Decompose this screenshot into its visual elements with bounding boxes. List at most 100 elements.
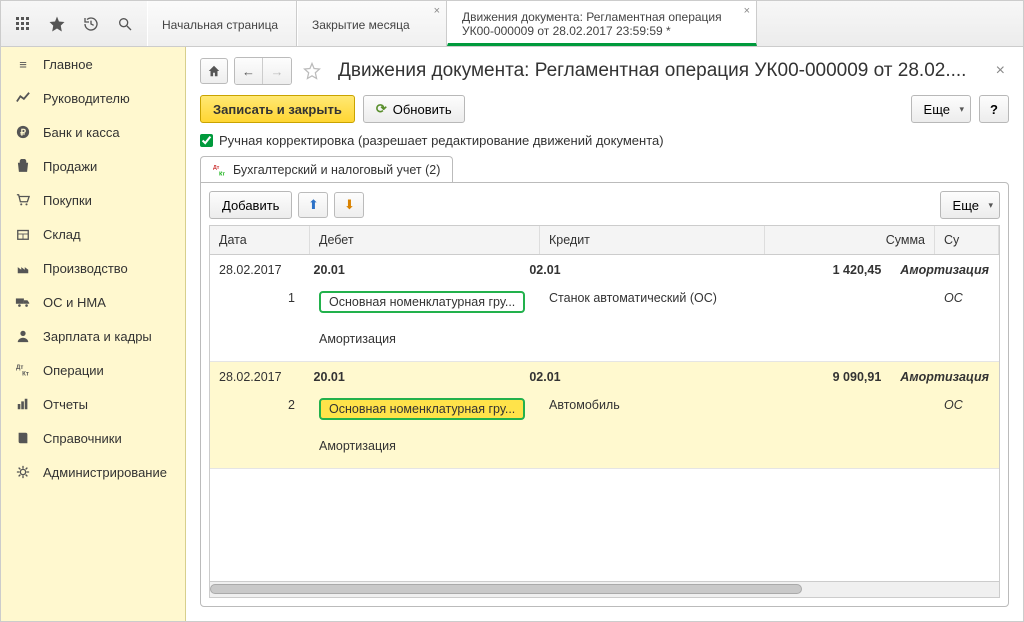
cell-sum: 9 090,91 (731, 362, 891, 391)
box-icon (15, 226, 31, 242)
cell-date: 28.02.2017 (210, 362, 305, 391)
sidebar-item-hr[interactable]: Зарплата и кадры (1, 319, 185, 353)
help-button[interactable]: ? (979, 95, 1009, 123)
checkbox-label: Ручная корректировка (разрешает редактир… (219, 133, 664, 148)
tab-label: Движения документа: Регламентная операци… (462, 10, 742, 39)
sidebar-item-warehouse[interactable]: Склад (1, 217, 185, 251)
sidebar-item-main[interactable]: ≡ Главное (1, 47, 185, 81)
table-row[interactable]: 28.02.201720.0102.011 420,45Амортизация1… (210, 255, 999, 362)
close-icon[interactable]: × (434, 5, 440, 17)
cell-credit-desc: Станок автоматический (ОС) (540, 284, 765, 323)
sidebar-item-label: Банк и касса (43, 125, 120, 140)
bag-icon (15, 158, 31, 174)
cell-su1: Амортизация (891, 255, 999, 284)
close-page-button[interactable]: × (992, 62, 1009, 80)
star-icon[interactable] (41, 9, 73, 39)
sidebar-item-manager[interactable]: Руководителю (1, 81, 185, 115)
cell-credit-desc: Автомобиль (540, 391, 765, 430)
forward-button[interactable]: → (263, 58, 291, 84)
move-up-button[interactable]: ⬆ (298, 192, 328, 218)
report-icon (15, 396, 31, 412)
save-close-button[interactable]: Записать и закрыть (200, 95, 355, 123)
manual-correction-input[interactable] (200, 134, 213, 147)
refresh-button[interactable]: ⟳Обновить (363, 95, 465, 123)
cell-debit-acc: 20.01 (305, 362, 521, 391)
horizontal-scrollbar[interactable] (210, 581, 999, 597)
more-button[interactable]: Еще (911, 95, 971, 123)
accounting-tab[interactable]: ДтКт Бухгалтерский и налоговый учет (2) (200, 156, 453, 183)
sidebar-item-production[interactable]: Производство (1, 251, 185, 285)
move-down-button[interactable]: ⬇ (334, 192, 364, 218)
sidebar-item-purchases[interactable]: Покупки (1, 183, 185, 217)
tab-home[interactable]: Начальная страница (147, 1, 297, 46)
cell-debit-acc: 20.01 (305, 255, 521, 284)
apps-icon[interactable] (7, 9, 39, 39)
favorite-star-icon[interactable] (298, 58, 326, 84)
cell-su1: Амортизация (891, 362, 999, 391)
cell-debit-nom[interactable]: Основная номенклатурная гру... (310, 284, 540, 323)
tab-closing[interactable]: Закрытие месяца × (297, 1, 447, 46)
col-credit[interactable]: Кредит (540, 226, 765, 254)
menu-icon: ≡ (15, 56, 31, 72)
search-icon[interactable] (109, 9, 141, 39)
cell-row-num: 2 (210, 391, 310, 430)
sidebar-item-sales[interactable]: Продажи (1, 149, 185, 183)
sidebar-item-label: Отчеты (43, 397, 88, 412)
tab-label: Начальная страница (162, 18, 282, 32)
cell-su2: ОС (935, 391, 999, 430)
back-button[interactable]: ← (235, 58, 263, 84)
cell-su2: ОС (935, 284, 999, 323)
sidebar-item-bank[interactable]: ₽ Банк и касса (1, 115, 185, 149)
sidebar-item-label: Покупки (43, 193, 92, 208)
sidebar: ≡ Главное Руководителю ₽ Банк и касса Прод… (1, 47, 186, 621)
person-icon (15, 328, 31, 344)
grid-more-button[interactable]: Еще (940, 191, 1000, 219)
cell-date: 28.02.2017 (210, 255, 305, 284)
svg-text:₽: ₽ (20, 128, 26, 138)
page-title: Движения документа: Регламентная операци… (338, 60, 986, 82)
home-button[interactable] (200, 58, 228, 84)
sidebar-item-references[interactable]: Справочники (1, 421, 185, 455)
sidebar-item-admin[interactable]: Администрирование (1, 455, 185, 489)
refresh-icon: ⟳ (376, 101, 387, 117)
add-button[interactable]: Добавить (209, 191, 292, 219)
cell-debit-nom[interactable]: Основная номенклатурная гру... (310, 391, 540, 430)
sidebar-item-label: Главное (43, 57, 93, 72)
tab-movements[interactable]: Движения документа: Регламентная операци… (447, 1, 757, 46)
sidebar-item-operations[interactable]: ДтКтОперации (1, 353, 185, 387)
sidebar-item-label: Справочники (43, 431, 122, 446)
sidebar-item-label: Операции (43, 363, 104, 378)
sidebar-item-reports[interactable]: Отчеты (1, 387, 185, 421)
cell-sum: 1 420,45 (731, 255, 891, 284)
close-icon[interactable]: × (744, 5, 750, 17)
sidebar-item-assets[interactable]: ОС и НМА (1, 285, 185, 319)
manual-correction-checkbox[interactable]: Ручная корректировка (разрешает редактир… (200, 133, 1009, 148)
cell-debit-amort: Амортизация (310, 325, 540, 353)
sidebar-item-label: Руководителю (43, 91, 130, 106)
accounting-icon: ДтКт (213, 163, 227, 177)
book-icon (15, 430, 31, 446)
chart-icon (15, 90, 31, 106)
gear-icon (15, 464, 31, 480)
window-tabs: Начальная страница Закрытие месяца × Дви… (147, 1, 757, 46)
sidebar-item-label: Производство (43, 261, 128, 276)
col-debit[interactable]: Дебет (310, 226, 540, 254)
tab-label: Закрытие месяца (312, 18, 432, 32)
arrow-down-icon: ⬇ (344, 197, 355, 213)
cell-credit-acc: 02.01 (520, 255, 731, 284)
col-sum[interactable]: Сумма (765, 226, 935, 254)
history-icon[interactable] (75, 9, 107, 39)
truck-icon (15, 294, 31, 310)
sidebar-item-label: Зарплата и кадры (43, 329, 152, 344)
col-su[interactable]: Су (935, 226, 999, 254)
cell-row-num: 1 (210, 284, 310, 323)
col-date[interactable]: Дата (210, 226, 310, 254)
cart-icon (15, 192, 31, 208)
entries-grid: Дата Дебет Кредит Сумма Су 28.02.201720.… (209, 225, 1000, 598)
svg-text:Кт: Кт (22, 370, 29, 377)
table-row[interactable]: 28.02.201720.0102.019 090,91Амортизация2… (210, 362, 999, 469)
top-toolbar: Начальная страница Закрытие месяца × Дви… (1, 1, 1023, 47)
sidebar-item-label: ОС и НМА (43, 295, 106, 310)
sidebar-item-label: Администрирование (43, 465, 167, 480)
svg-text:Кт: Кт (219, 171, 225, 177)
